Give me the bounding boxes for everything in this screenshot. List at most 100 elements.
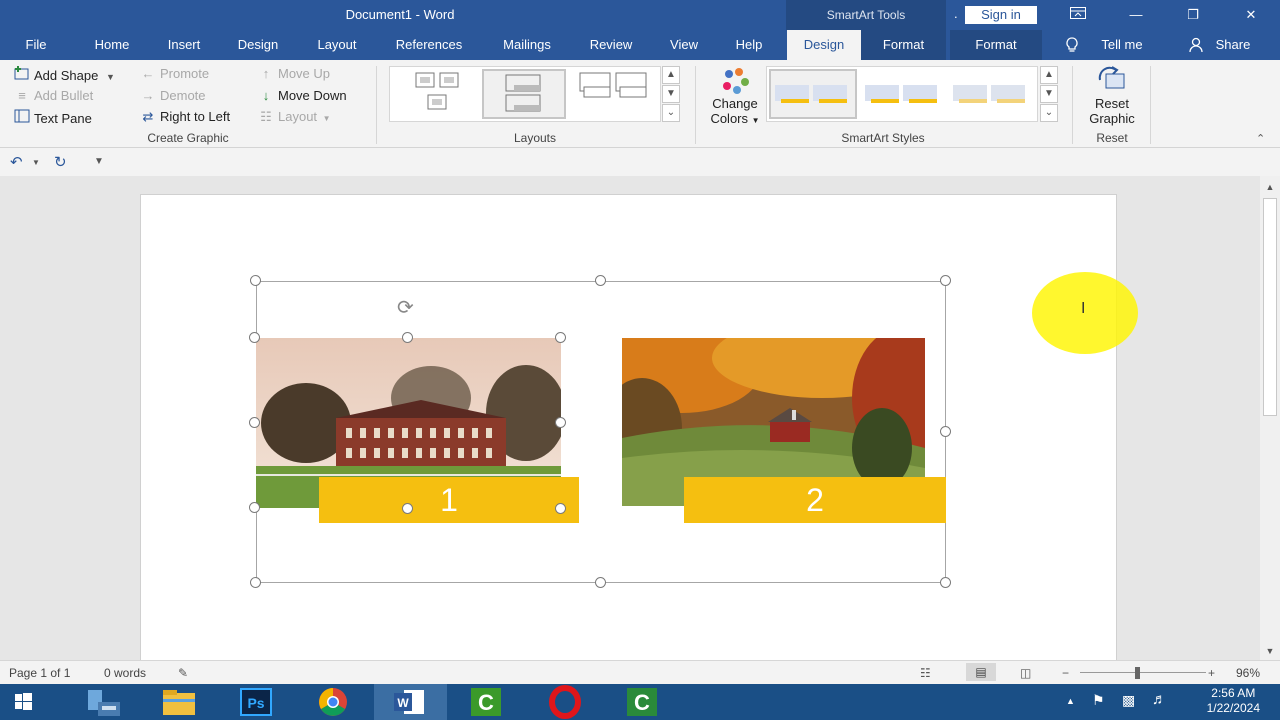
smartart-style-option-3[interactable] xyxy=(949,69,1033,119)
clock[interactable]: 2:56 AM 1/22/2024 xyxy=(1207,686,1260,716)
resize-handle[interactable] xyxy=(555,417,566,428)
resize-handle[interactable] xyxy=(940,426,951,437)
caption-box-1[interactable]: 1 xyxy=(319,477,579,523)
zoom-in-icon[interactable]: + xyxy=(1208,666,1215,680)
resize-handle[interactable] xyxy=(250,577,261,588)
tab-references[interactable]: References xyxy=(384,30,474,60)
scroll-up-icon[interactable]: ▲ xyxy=(1264,182,1276,192)
resize-handle[interactable] xyxy=(249,417,260,428)
layout-option-3[interactable] xyxy=(574,69,656,119)
tray-chevron-icon[interactable]: ▲ xyxy=(1066,696,1075,706)
tab-smartart-design[interactable]: Design xyxy=(787,30,861,60)
redo-icon[interactable]: ↻ xyxy=(54,153,67,171)
zoom-slider[interactable] xyxy=(1080,672,1206,673)
tab-review[interactable]: Review xyxy=(580,30,642,60)
arrow-down-icon: ↓ xyxy=(262,88,270,103)
lightbulb-icon[interactable] xyxy=(1062,30,1082,60)
text-pane-button[interactable]: Text Pane xyxy=(14,109,92,126)
caption-box-2[interactable]: 2 xyxy=(684,477,946,523)
read-mode-icon[interactable]: ☷ xyxy=(920,666,931,680)
customize-qat-icon[interactable]: ▼ xyxy=(94,156,104,167)
gallery-scroll-down-icon[interactable]: ▼ xyxy=(1040,85,1058,103)
gallery-more-icon[interactable]: ⌄ xyxy=(662,104,680,122)
gallery-scroll-up-icon[interactable]: ▲ xyxy=(1040,66,1058,84)
volume-icon[interactable]: ♬ xyxy=(1152,691,1167,708)
zoom-level[interactable]: 96% xyxy=(1236,666,1260,680)
tell-me-button[interactable]: Tell me xyxy=(1094,30,1150,60)
resize-handle[interactable] xyxy=(595,275,606,286)
add-shape-button[interactable]: Add Shape ▼ xyxy=(14,66,115,83)
resize-handle[interactable] xyxy=(402,332,413,343)
layout-label: Layout xyxy=(278,109,318,124)
gallery-more-icon[interactable]: ⌄ xyxy=(1040,104,1058,122)
action-center-icon[interactable]: ⚑ xyxy=(1092,692,1105,709)
resize-handle[interactable] xyxy=(249,502,260,513)
tab-view[interactable]: View xyxy=(660,30,708,60)
tab-insert[interactable]: Insert xyxy=(156,30,212,60)
move-up-button[interactable]: ↑ Move Up xyxy=(258,66,330,81)
scroll-thumb[interactable] xyxy=(1263,198,1277,416)
rotate-handle-icon[interactable]: ⟳ xyxy=(397,295,421,319)
resize-handle[interactable] xyxy=(249,332,260,343)
print-layout-icon[interactable]: ▤ xyxy=(966,663,996,681)
move-down-button[interactable]: ↓ Move Down xyxy=(258,88,347,103)
undo-dropdown-icon[interactable]: ▼ xyxy=(32,158,40,167)
document-page[interactable]: ⟳ 1 2 xyxy=(140,194,1117,674)
chrome-icon[interactable] xyxy=(297,684,370,720)
zoom-slider-thumb[interactable] xyxy=(1135,667,1140,679)
restore-icon[interactable]: ❐ xyxy=(1170,0,1216,30)
vertical-scrollbar[interactable]: ▲ ▼ xyxy=(1260,176,1280,660)
tab-layout[interactable]: Layout xyxy=(306,30,368,60)
scroll-down-icon[interactable]: ▼ xyxy=(1264,646,1276,656)
word-count[interactable]: 0 words xyxy=(104,666,146,680)
tab-file[interactable]: File xyxy=(14,30,58,60)
tab-design[interactable]: Design xyxy=(228,30,288,60)
tab-picture-format[interactable]: Format xyxy=(950,30,1042,60)
tab-smartart-format[interactable]: Format xyxy=(861,30,946,60)
gallery-scroll-down-icon[interactable]: ▼ xyxy=(662,85,680,103)
ribbon-display-options-icon[interactable] xyxy=(1055,0,1101,30)
promote-button[interactable]: ← Promote xyxy=(140,66,210,81)
layout-button[interactable]: ☷ Layout ▼ xyxy=(258,109,330,125)
reset-graphic-button[interactable]: Reset Graphic xyxy=(1080,66,1144,126)
start-button[interactable] xyxy=(0,684,62,720)
right-to-left-button[interactable]: ⇄ Right to Left xyxy=(140,109,231,125)
layout-option-2-selected[interactable] xyxy=(482,69,566,119)
minimize-icon[interactable]: — xyxy=(1113,0,1159,30)
camtasia-recorder-icon[interactable]: C xyxy=(605,684,678,720)
undo-icon[interactable]: ↶ xyxy=(10,153,23,171)
resize-handle[interactable] xyxy=(402,503,413,514)
resize-handle[interactable] xyxy=(940,577,951,588)
word-icon[interactable]: W xyxy=(374,684,447,720)
tab-help[interactable]: Help xyxy=(726,30,772,60)
smartart-style-option-1[interactable] xyxy=(769,69,857,119)
resize-handle[interactable] xyxy=(555,503,566,514)
share-button[interactable]: Share xyxy=(1210,30,1256,60)
add-bullet-button[interactable]: ≡ Add Bullet xyxy=(14,88,93,103)
tab-home[interactable]: Home xyxy=(82,30,142,60)
resize-handle[interactable] xyxy=(250,275,261,286)
close-icon[interactable]: ✕ xyxy=(1228,0,1274,30)
resize-handle[interactable] xyxy=(595,577,606,588)
gallery-scroll-up-icon[interactable]: ▲ xyxy=(662,66,680,84)
opera-icon[interactable] xyxy=(528,684,601,720)
file-manager-taskbar-icon[interactable] xyxy=(68,684,141,720)
camtasia-icon[interactable]: C xyxy=(451,684,524,720)
zoom-out-icon[interactable]: − xyxy=(1062,666,1069,680)
proofing-icon[interactable]: ✎ xyxy=(178,666,188,680)
network-icon[interactable]: ▩ xyxy=(1122,692,1135,709)
page-count[interactable]: Page 1 of 1 xyxy=(9,666,70,680)
photoshop-icon[interactable]: Ps xyxy=(220,684,293,720)
tab-mailings[interactable]: Mailings xyxy=(490,30,564,60)
smartart-style-option-2[interactable] xyxy=(861,69,945,119)
change-colors-button[interactable]: Change Colors ▼ xyxy=(703,66,767,126)
demote-button[interactable]: → Demote xyxy=(140,88,206,103)
sign-in-button[interactable]: Sign in xyxy=(965,6,1037,24)
resize-handle[interactable] xyxy=(940,275,951,286)
collapse-ribbon-icon[interactable]: ⌃ xyxy=(1256,132,1265,145)
file-explorer-icon[interactable] xyxy=(143,684,216,720)
web-layout-icon[interactable]: ◫ xyxy=(1020,666,1031,680)
share-icon[interactable] xyxy=(1188,30,1206,60)
resize-handle[interactable] xyxy=(555,332,566,343)
layout-option-1[interactable] xyxy=(396,69,474,119)
